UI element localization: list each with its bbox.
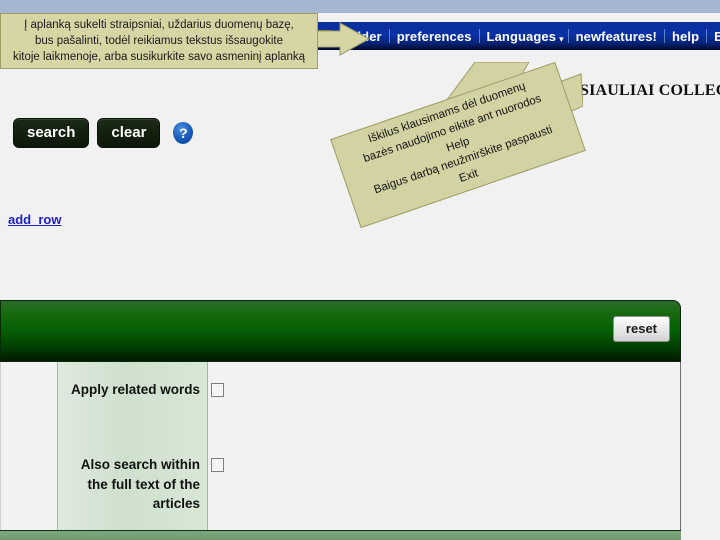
option-label-related-words: Apply related words [70,382,200,397]
reset-button[interactable]: reset [612,316,670,342]
search-toolbar: search clear ? [13,118,194,148]
checkbox-full-text[interactable] [211,458,224,472]
callout-help-exit-text: Iškilus klausimams dėl duomenų bazės nau… [361,80,555,197]
option-row-related-words: Apply related words [58,380,224,400]
callout-help-exit: Iškilus klausimams dėl duomenų bazės nau… [330,61,586,229]
panel-footer-bar [0,530,681,540]
option-row-full-text: Also search within the full text of the … [58,455,224,514]
clear-button[interactable]: clear [97,118,161,148]
nav-item-newfeatures[interactable]: newfeatures! [569,30,664,43]
nav-item-help[interactable]: help [665,30,706,43]
callout-help-exit-box: Iškilus klausimams dėl duomenų bazės nau… [330,61,586,229]
nav-item-exit[interactable]: Exit [707,30,720,43]
callout-folder-note-text: Į aplanką sukelti straipsniai, uždarius … [12,18,306,64]
panel-body: Apply related words Also search within t… [0,362,681,530]
checkbox-related-words[interactable] [211,383,224,397]
callout-folder-note: Į aplanką sukelti straipsniai, uždarius … [0,13,318,69]
page-root: folder preferences Languages ▾ newfeatur… [0,0,720,540]
panel-header-bar: reset [0,300,681,362]
search-options-panel: reset Apply related words Also search wi… [0,300,681,540]
nav-item-preferences[interactable]: preferences [390,30,479,43]
nav-item-languages[interactable]: Languages [480,30,564,43]
add-row-link[interactable]: add_row [8,212,61,227]
help-question-icon[interactable]: ? [173,122,194,144]
college-title: SIAULIAI COLLEGE [580,82,720,99]
search-button[interactable]: search [13,118,90,148]
chevron-down-icon[interactable]: ▾ [559,34,568,45]
option-label-full-text: Also search within the full text of the … [80,457,200,512]
window-top-strip [0,0,720,13]
